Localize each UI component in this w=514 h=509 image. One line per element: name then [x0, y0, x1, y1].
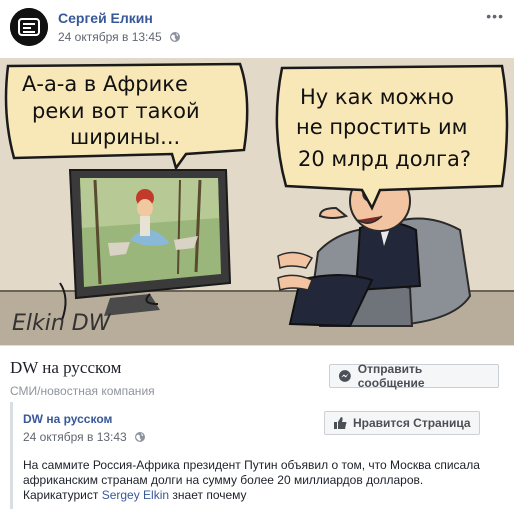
- like-page-label: Нравится Страница: [353, 416, 471, 430]
- bubble-left-line1: А-а-а в Африке: [22, 72, 188, 96]
- bubble-right-line2: не простить им: [296, 115, 467, 139]
- shared-page-name[interactable]: DW на русском: [23, 412, 112, 426]
- shared-timestamp[interactable]: 24 октября в 13:43: [23, 430, 146, 444]
- more-options-icon[interactable]: •••: [486, 8, 504, 24]
- bubble-right-line3: 20 млрд долга?: [298, 147, 471, 171]
- cartoonist-link[interactable]: Sergey Elkin: [102, 488, 169, 502]
- shared-text-line3: Карикатурист Sergey Elkin знает почему: [23, 488, 493, 503]
- page-category: СМИ/новостная компания: [10, 384, 155, 398]
- avatar-logo-icon: [10, 8, 48, 46]
- bubble-left-line2: реки вот такой: [32, 99, 200, 123]
- globe-icon: [135, 432, 146, 442]
- shared-text-line1: На саммите Россия-Африка президент Путин…: [23, 458, 480, 472]
- bubble-right-line1: Ну как можно: [300, 85, 454, 109]
- author-name[interactable]: Сергей Елкин: [58, 10, 153, 26]
- like-page-button[interactable]: Нравится Страница: [324, 411, 480, 435]
- page-name[interactable]: DW на русском: [10, 358, 121, 378]
- cartoon-image[interactable]: А-а-а в Африке реки вот такой ширины... …: [0, 58, 514, 345]
- shared-post-text: На саммите Россия-Африка президент Путин…: [23, 458, 493, 503]
- shared-text-suffix: знает почему: [172, 488, 247, 502]
- speech-bubble-left: А-а-а в Африке реки вот такой ширины...: [4, 62, 249, 171]
- post-header: Сергей Елкин 24 октября в 13:45 •••: [0, 0, 514, 54]
- author-avatar[interactable]: [10, 8, 48, 46]
- globe-icon: [170, 32, 181, 42]
- speech-bubble-right: Ну как можно не простить им 20 млрд долг…: [275, 64, 509, 211]
- post-time-text[interactable]: 24 октября в 13:45: [58, 30, 162, 44]
- messenger-icon: [338, 370, 351, 382]
- send-message-label: Отправить сообщение: [357, 362, 425, 390]
- shared-text-prefix: Карикатурист: [23, 488, 99, 502]
- send-message-button[interactable]: Отправить сообщение: [329, 362, 499, 390]
- thumbs-up-icon: [334, 417, 347, 429]
- bubble-left-line3: ширины...: [70, 125, 180, 149]
- shared-time-text[interactable]: 24 октября в 13:43: [23, 430, 127, 444]
- post-timestamp[interactable]: 24 октября в 13:45: [58, 30, 181, 44]
- page-card: DW на русском СМИ/новостная компания Отп…: [0, 345, 514, 509]
- shared-text-line2: африканским странам долги на сумму более…: [23, 473, 424, 487]
- cartoon-signature: Elkin DW: [12, 311, 112, 336]
